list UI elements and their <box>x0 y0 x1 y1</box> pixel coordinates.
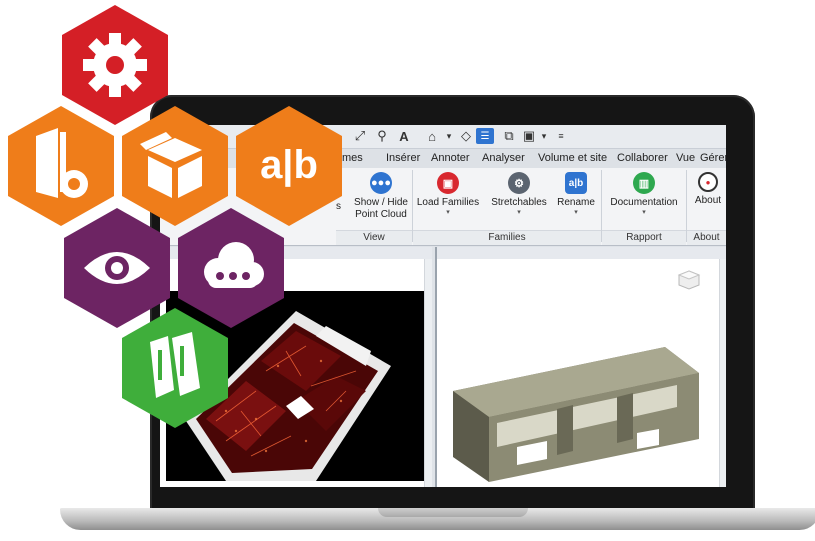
documentation-button[interactable]: ▥ Documentation ▾ <box>606 172 682 217</box>
rename-label: Rename <box>557 197 595 208</box>
tab-annoter[interactable]: Annoter <box>431 152 470 164</box>
partial-button-label: s <box>336 201 341 212</box>
vertical-scrollbar[interactable] <box>719 259 726 487</box>
about-label: About <box>694 195 722 206</box>
show-hide-label: Show / Hide <box>354 197 408 208</box>
tag-icon[interactable]: ⚲ <box>372 128 392 144</box>
panel-about-label: About <box>687 230 726 245</box>
text-icon[interactable]: A <box>394 128 414 144</box>
about-icon: ● <box>698 172 718 192</box>
chevron-down-icon[interactable]: ▾ <box>442 128 456 144</box>
section-icon[interactable]: ◇ <box>458 128 474 144</box>
book-icon: ▥ <box>633 172 655 194</box>
door-gear-icon: ⚙ <box>508 172 530 194</box>
tab-inserer[interactable]: Insérer <box>386 152 420 164</box>
tab-analyser[interactable]: Analyser <box>482 152 525 164</box>
cloud-icon: ●●● <box>370 172 392 194</box>
load-families-button[interactable]: ▣ Load Families ▾ <box>416 172 480 217</box>
vertical-scrollbar[interactable] <box>424 259 432 487</box>
stretchables-label: Stretchables <box>491 197 547 208</box>
view-cube-icon[interactable] <box>677 269 701 291</box>
stretchables-hexagon[interactable] <box>8 106 114 226</box>
viewport-title-bar <box>437 247 726 259</box>
stretchables-button[interactable]: ⚙ Stretchables ▾ <box>488 172 550 217</box>
chevron-down-icon: ▾ <box>446 209 450 216</box>
rename-button[interactable]: a|b Rename ▾ <box>553 172 599 217</box>
measure-icon[interactable]: ⤢ <box>350 128 370 144</box>
3d-model <box>453 347 699 482</box>
3d-viewport[interactable] <box>435 247 726 487</box>
tab-collaborer[interactable]: Collaborer <box>617 152 668 164</box>
chevron-down-icon: ▾ <box>574 209 578 216</box>
door-gear-icon <box>36 128 88 198</box>
box-icon: ▣ <box>437 172 459 194</box>
tab-gerer[interactable]: Gérer <box>700 152 726 164</box>
chevron-down-icon[interactable]: ▾ <box>538 128 550 144</box>
panel-families-label: Families <box>413 230 601 245</box>
rename-icon: a|b <box>260 143 318 187</box>
panel-rapport-label: Rapport <box>602 230 686 245</box>
switch-windows-icon[interactable]: ☰ <box>476 128 494 144</box>
close-hidden-icon[interactable]: ⧉ <box>500 128 518 144</box>
customize-icon[interactable]: ≡ <box>554 128 568 144</box>
tab-vue[interactable]: Vue <box>676 152 695 164</box>
panel-view-label: View <box>336 230 412 245</box>
chevron-down-icon: ▾ <box>642 209 646 216</box>
view-3d-icon[interactable]: ⌂ <box>422 128 442 144</box>
documentation-label: Documentation <box>610 197 678 208</box>
windows-icon[interactable]: ▣ <box>520 128 538 144</box>
tab-masses[interactable]: mes <box>342 152 363 164</box>
chevron-down-icon: ▾ <box>517 209 521 216</box>
show-hide-point-cloud-button[interactable]: ●●● Show / Hide Point Cloud <box>350 172 412 221</box>
about-button[interactable]: ● About <box>690 172 726 207</box>
point-cloud-label: Point Cloud <box>355 209 407 220</box>
load-families-label: Load Families <box>416 197 480 208</box>
tab-volume-et-site[interactable]: Volume et site <box>538 152 607 164</box>
rename-icon: a|b <box>565 172 587 194</box>
laptop-notch <box>378 508 528 517</box>
